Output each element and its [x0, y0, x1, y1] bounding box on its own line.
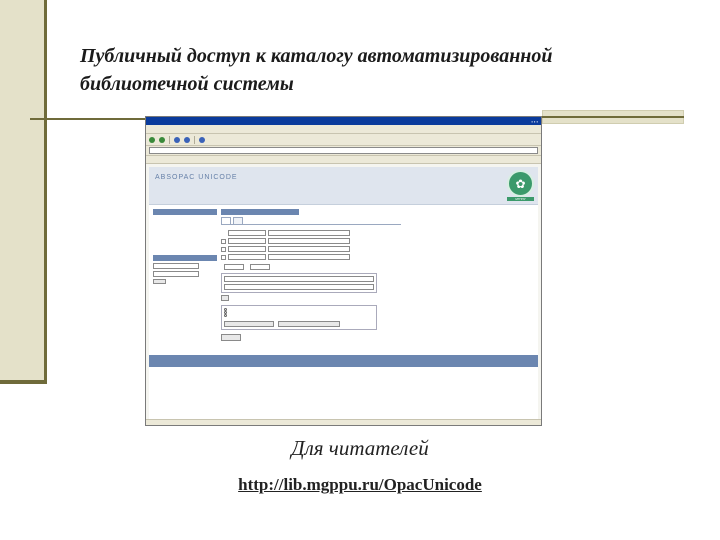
year-from-input — [224, 264, 244, 270]
refresh-icon — [174, 136, 180, 143]
form-button — [221, 295, 229, 301]
year-row — [221, 264, 401, 270]
query-input — [268, 238, 350, 244]
search-form — [221, 209, 401, 341]
emblem-label: МГППУ — [507, 197, 534, 201]
title-underline — [30, 118, 148, 120]
query-input — [268, 254, 350, 260]
password-input — [153, 271, 199, 277]
back-icon — [149, 136, 155, 143]
field-select — [228, 254, 266, 260]
left-decorative-bar — [0, 0, 47, 383]
field-select — [228, 246, 266, 252]
opac-footer — [149, 355, 538, 367]
opac-sidebar — [153, 209, 217, 284]
login-input — [153, 263, 199, 269]
login-button — [153, 279, 166, 284]
browser-status-bar — [146, 419, 541, 425]
query-input — [268, 230, 350, 236]
options-box — [221, 273, 377, 293]
decorative-line — [542, 116, 684, 118]
output-options-box — [221, 305, 377, 330]
search-form-header — [221, 209, 299, 215]
browser-address-bar — [146, 146, 541, 156]
forward-icon — [159, 136, 165, 143]
opac-header: ABSOPAC UNICODE ✿ МГППУ — [149, 167, 538, 205]
home-icon — [184, 136, 190, 143]
left-bar-accent — [0, 380, 47, 384]
slide-caption: Для читателей — [291, 436, 429, 460]
toolbar-separator — [194, 135, 195, 144]
tab-results — [233, 217, 243, 224]
operator-select — [221, 238, 226, 244]
query-row — [221, 238, 401, 244]
output-buttons — [224, 319, 374, 327]
operator-select — [221, 254, 226, 260]
year-to-input — [250, 264, 270, 270]
toolbar-separator — [169, 135, 170, 144]
favorites-icon — [199, 136, 205, 143]
search-tabs — [221, 217, 401, 225]
window-controls: ▪ ▪ ▪ — [531, 119, 538, 124]
sidebar-menu — [153, 215, 217, 255]
search-button — [221, 334, 241, 341]
output-radio — [224, 314, 374, 317]
browser-tab — [146, 156, 541, 164]
address-field — [149, 147, 538, 154]
field-select — [228, 230, 266, 236]
query-row — [221, 230, 401, 236]
query-row — [221, 254, 401, 260]
query-row — [221, 246, 401, 252]
browser-toolbar — [146, 134, 541, 146]
options-select — [224, 276, 374, 282]
field-select — [228, 238, 266, 244]
login-header — [153, 255, 217, 261]
form-button — [224, 321, 274, 327]
radio-icon — [224, 314, 227, 317]
catalog-url[interactable]: http://lib.mgppu.ru/OpacUnicode — [0, 475, 720, 495]
tab-search — [221, 217, 231, 224]
browser-menu-bar — [146, 125, 541, 134]
browser-screenshot: ▪ ▪ ▪ ABSOPAC UNICODE ✿ МГППУ — [145, 116, 542, 426]
form-button — [278, 321, 340, 327]
opac-logo: ABSOPAC UNICODE — [155, 174, 238, 181]
operator-select — [221, 246, 226, 252]
query-input — [268, 246, 350, 252]
slide-title: Публичный доступ к каталогу автоматизиро… — [80, 45, 553, 95]
sidebar-item — [157, 247, 217, 252]
university-emblem-icon: ✿ — [507, 170, 534, 197]
opac-page: ABSOPAC UNICODE ✿ МГППУ — [149, 167, 538, 425]
browser-title-bar: ▪ ▪ ▪ — [146, 117, 541, 125]
options-select — [224, 284, 374, 290]
